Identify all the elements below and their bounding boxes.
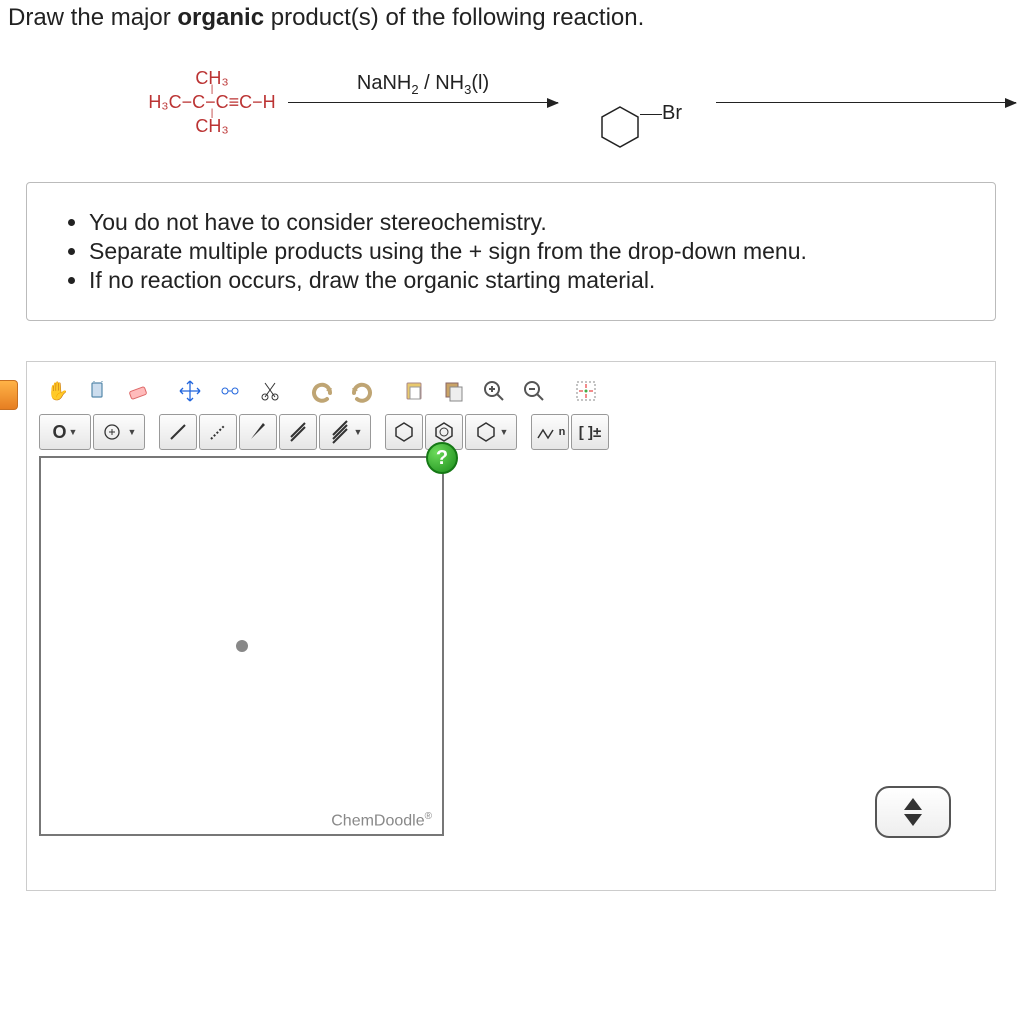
ring-button[interactable]: ▼ (465, 414, 517, 450)
question-text: Draw the major organic product(s) of the… (8, 4, 1016, 32)
copy-icon[interactable] (435, 372, 473, 410)
reaction-arrow-1: NaNH2 / NH3(l) (288, 102, 558, 103)
canvas-start-atom[interactable] (236, 640, 248, 652)
lasso-tool-icon[interactable] (79, 372, 117, 410)
chain-button[interactable]: n (531, 414, 569, 450)
help-button[interactable]: ? (426, 442, 458, 474)
instruction-item: You do not have to consider stereochemis… (89, 209, 971, 236)
br-label: Br (662, 102, 682, 125)
triple-bond-button[interactable]: ▼ (319, 414, 371, 450)
instruction-item: If no reaction occurs, draw the organic … (89, 267, 971, 294)
atom-oxygen-button[interactable]: O▼ (39, 414, 91, 450)
double-bond-button[interactable] (279, 414, 317, 450)
starting-material: CH₃ | H₃C−C−C≡C−H | CH₃ (146, 70, 278, 134)
instructions-box: You do not have to consider stereochemis… (26, 182, 996, 321)
toolbar-row-1: ✋ (39, 372, 983, 410)
toolbar-row-2: O▼ ▼ ▼ (39, 414, 983, 450)
paste-icon[interactable] (395, 372, 433, 410)
side-tab[interactable] (0, 380, 18, 410)
drawing-area: ✋ (26, 361, 996, 891)
cut-tool-icon[interactable] (251, 372, 289, 410)
stepper-down-icon[interactable] (904, 814, 922, 826)
chemdoodle-brand: ChemDoodle® (331, 811, 432, 830)
undo-icon[interactable] (303, 372, 341, 410)
eraser-tool-icon[interactable] (119, 372, 157, 410)
single-bond-button[interactable] (159, 414, 197, 450)
question-bold: organic (177, 4, 264, 31)
dashed-bond-button[interactable] (199, 414, 237, 450)
wedge-bond-button[interactable] (239, 414, 277, 450)
help-icon: ? (436, 447, 448, 470)
molecule-bot: CH₃ (146, 118, 278, 134)
cyclohexane-icon (598, 105, 642, 149)
instruction-item: Separate multiple products using the + s… (89, 238, 971, 265)
reaction-scheme: CH₃ | H₃C−C−C≡C−H | CH₃ NaNH2 / NH3(l) B… (146, 52, 1016, 152)
stepper-up-icon[interactable] (904, 798, 922, 810)
answer-stepper[interactable] (875, 786, 951, 838)
clean-tool-icon[interactable] (211, 372, 249, 410)
move-tool-icon[interactable] (171, 372, 209, 410)
hand-tool-icon[interactable]: ✋ (39, 372, 77, 410)
cyclohexane-button[interactable] (385, 414, 423, 450)
reaction-arrow-2 (716, 102, 1016, 103)
center-icon[interactable] (567, 372, 605, 410)
zoom-in-icon[interactable] (475, 372, 513, 410)
reagent-label-1: NaNH2 / NH3(l) (288, 72, 558, 97)
zoom-out-icon[interactable] (515, 372, 553, 410)
bracket-button[interactable]: [ ]± (571, 414, 609, 450)
redo-icon[interactable] (343, 372, 381, 410)
charge-button[interactable]: ▼ (93, 414, 145, 450)
question-prefix: Draw the major (8, 4, 177, 31)
drawing-canvas[interactable]: ? ChemDoodle® (39, 456, 444, 836)
question-suffix: product(s) of the following reaction. (264, 4, 644, 31)
